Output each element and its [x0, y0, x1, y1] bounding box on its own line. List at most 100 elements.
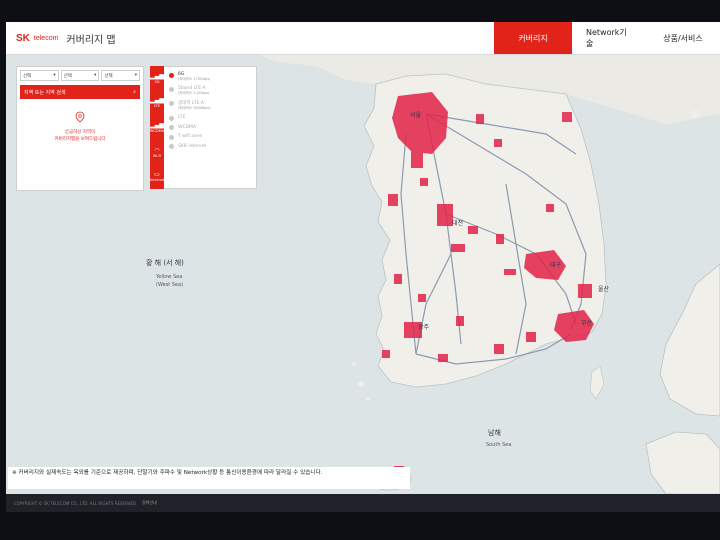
coverage-block — [451, 244, 465, 252]
city-gwangju-label: 광주 — [418, 324, 430, 331]
coverage-block — [546, 204, 554, 212]
yellow-sea-en2-label: (West Sea) — [156, 282, 184, 288]
legend-dot — [169, 72, 174, 78]
chevron-down-icon: ▾ — [134, 73, 138, 78]
island — [358, 381, 364, 387]
empty-line-2: 커버리지맵을 보여드립니다 — [54, 137, 106, 142]
island — [692, 110, 700, 118]
coverage-block — [438, 354, 448, 362]
search-placeholder: 지역 또는 지역 검색 — [24, 89, 66, 96]
select-value: 선택 — [63, 73, 72, 79]
region-select-sido[interactable]: 선택 ▾ — [20, 70, 59, 81]
tab-label: LTE — [154, 104, 160, 109]
coverage-block — [504, 269, 516, 275]
tab-lte[interactable]: ▂▄▆ LTE — [150, 91, 164, 116]
coverage-block — [526, 332, 536, 342]
brand-telecom: telecom — [33, 34, 59, 42]
coverage-daejeon — [437, 204, 453, 226]
nav-coverage[interactable]: 커버리지 — [494, 22, 572, 54]
tab-wifi[interactable]: ◠ Wi-Fi — [150, 140, 164, 165]
region-select-sigungu[interactable]: 선택 ▾ — [60, 70, 100, 81]
coverage-notice: ※ 커버리지와 실제속도는 옥외를 기준으로 제공하며, 단말기와 주파수 및 … — [8, 467, 410, 489]
tab-label: Internet — [149, 178, 165, 183]
copyright-text: COPYRIGHT © SK TELECOM CO., LTD. ALL RIG… — [14, 500, 136, 506]
network-tabs: ▂▄▆ 5G ▂▄▆ LTE ▂▄▆ WCDMA ◠ Wi-Fi ▭ Internet — [150, 66, 164, 189]
chevron-down-icon: ▾ — [53, 73, 56, 78]
city-seoul-label: 서울 — [410, 112, 422, 119]
legend-item-lte[interactable]: LTE — [164, 113, 256, 123]
map-pin-icon — [75, 111, 85, 123]
brand-logo[interactable]: SK telecom 커버리지 맵 — [16, 31, 116, 46]
island — [352, 362, 356, 366]
legend-dot — [169, 144, 174, 149]
yellow-sea-en-label: Yellow Sea — [156, 274, 183, 280]
region-select-dong[interactable]: 선택 ▾ — [101, 70, 141, 81]
legend-dot — [169, 134, 174, 140]
nav-network-tech[interactable]: Network기술 — [572, 22, 646, 54]
page-title: 커버리지 맵 — [66, 34, 116, 46]
region-select-row: 선택 ▾ 선택 ▾ 선택 ▾ — [17, 67, 143, 83]
legend-dot — [169, 100, 174, 106]
coverage-block — [494, 344, 504, 354]
top-header: SK telecom 커버리지 맵 커버리지 Network기술 상품/서비스 — [6, 22, 720, 55]
main-nav: 커버리지 Network기술 상품/서비스 — [494, 22, 720, 54]
tab-internet[interactable]: ▭ Internet — [150, 164, 164, 189]
legend-dot — [169, 115, 174, 121]
coverage-block — [388, 194, 398, 206]
network-legend: 6G (최대속도 270Gbps) 5band LTE-A (최대속도 1.2Gbp… — [164, 66, 257, 189]
legend-dot — [169, 86, 174, 92]
legend-dot — [169, 125, 174, 130]
coverage-block — [562, 112, 572, 122]
coverage-block — [394, 274, 402, 284]
coverage-block — [468, 226, 478, 234]
coverage-block — [496, 234, 504, 244]
coverage-block — [494, 139, 502, 147]
city-ulsan-label: 울산 — [598, 286, 610, 293]
coverage-block — [418, 294, 426, 302]
legend-item-twifi[interactable]: T wifi zone — [164, 132, 256, 142]
yellow-sea-label: 황 해 (서 해) — [146, 259, 184, 267]
coverage-block — [456, 316, 464, 326]
legend-item-wcdma[interactable]: WCDMA — [164, 123, 256, 133]
legend-item-6g[interactable]: 6G (최대속도 270Gbps) — [164, 70, 256, 84]
search-icon[interactable]: ⌕ — [133, 89, 136, 95]
legend-sub: (최대속도 270Gbps) — [178, 77, 211, 81]
legend-sub: (최대속도 300Mbps) — [178, 106, 211, 110]
select-value: 선택 — [23, 73, 32, 79]
city-busan-label: 부산 — [581, 320, 593, 327]
search-input[interactable]: 지역 또는 지역 검색 ⌕ — [20, 85, 140, 99]
south-sea-label: 남해 — [488, 429, 501, 437]
tab-5g[interactable]: ▂▄▆ 5G — [150, 66, 164, 91]
city-daegu-label: 대구 — [550, 262, 562, 269]
signal-icon: ▂▄▆ — [150, 121, 164, 129]
city-daejeon-label: 대전 — [452, 220, 464, 227]
legend-label: LTE — [178, 115, 186, 120]
empty-state: 궁금하신 지역이 커버리지맵을 보여드립니다 — [17, 111, 143, 143]
app-screen: SK telecom 커버리지 맵 커버리지 Network기술 상품/서비스 — [6, 22, 720, 512]
legend-label: WCDMA — [178, 124, 197, 130]
coverage-block — [382, 350, 390, 358]
legend-label: T wifi zone — [178, 134, 203, 139]
chevron-down-icon: ▾ — [94, 73, 97, 78]
policy-link[interactable]: 정책안내 — [142, 500, 157, 506]
select-value: 선택 — [104, 73, 113, 79]
brand-sk: SK — [16, 32, 30, 44]
coverage-block — [411, 150, 423, 168]
legend-item-wideband[interactable]: 광대역 LTE-A (최대속도 300Mbps) — [164, 98, 256, 113]
tab-label: 5G — [154, 79, 160, 84]
legend-sub: (최대속도 1.2Gbps) — [178, 91, 210, 95]
page-footer: COPYRIGHT © SK TELECOM CO., LTD. ALL RIG… — [6, 494, 720, 512]
tab-wcdma[interactable]: ▂▄▆ WCDMA — [150, 115, 164, 140]
south-sea-en-label: South Sea — [486, 442, 512, 448]
empty-line-1: 궁금하신 지역이 — [64, 130, 96, 135]
legend-item-skb[interactable]: SKB internet — [164, 142, 256, 152]
legend-label: SKB internet — [178, 143, 207, 149]
legend-item-5band[interactable]: 5band LTE-A (최대속도 1.2Gbps) — [164, 84, 256, 98]
monitor-icon: ▭ — [154, 171, 160, 179]
search-panel: 선택 ▾ 선택 ▾ 선택 ▾ 지역 또는 지역 검색 ⌕ 궁금하신 지역이 커버리지맵… — [16, 66, 144, 191]
wifi-icon: ◠ — [154, 146, 160, 154]
coverage-ulsan — [578, 284, 592, 298]
tab-label: WCDMA — [149, 128, 165, 133]
signal-icon: ▂▄▆ — [150, 72, 164, 80]
nav-products[interactable]: 상품/서비스 — [646, 22, 720, 54]
